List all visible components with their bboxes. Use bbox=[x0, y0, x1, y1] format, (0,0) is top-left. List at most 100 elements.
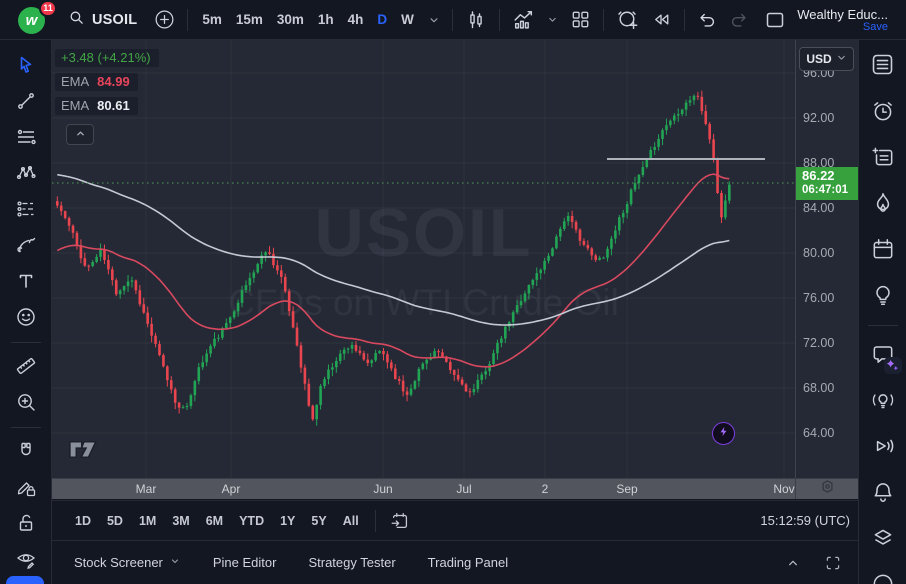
symbol-search[interactable]: USOIL bbox=[56, 4, 147, 36]
tab-trading-panel[interactable]: Trading Panel bbox=[428, 555, 508, 570]
interval-menu-chevron[interactable] bbox=[423, 4, 445, 36]
tool-drawing-edit[interactable] bbox=[6, 470, 46, 506]
tool-magnet[interactable] bbox=[6, 434, 46, 470]
panel-watchlist[interactable] bbox=[863, 43, 903, 89]
go-to-date-button[interactable] bbox=[385, 508, 415, 534]
right-sidebar bbox=[858, 40, 906, 584]
alarm-clock-icon bbox=[870, 98, 896, 127]
panel-help[interactable] bbox=[863, 562, 903, 584]
clock-utc[interactable]: 15:12:59 (UTC) bbox=[760, 513, 850, 528]
tool-brush[interactable] bbox=[6, 228, 46, 264]
panel-calendar[interactable] bbox=[863, 227, 903, 273]
price-axis[interactable]: USD 96.0092.0088.0084.0080.0076.0072.006… bbox=[795, 40, 858, 478]
chart-pane[interactable]: USOIL CFDs on WTI Crude Oil +3.48 (+4.21… bbox=[52, 40, 795, 478]
magnet-icon bbox=[14, 439, 38, 466]
panel-ai-chat[interactable] bbox=[863, 332, 903, 378]
interval-W[interactable]: W bbox=[394, 5, 421, 35]
undo-button[interactable] bbox=[692, 4, 722, 36]
chart-type-button[interactable] bbox=[460, 4, 492, 36]
price-label: 72.00 bbox=[803, 336, 834, 350]
indicators-chevron[interactable] bbox=[542, 4, 563, 36]
range-1M[interactable]: 1M bbox=[132, 510, 163, 532]
panel-notes[interactable] bbox=[863, 135, 903, 181]
indicators-button[interactable] bbox=[507, 4, 540, 36]
fib-retracement-icon bbox=[14, 125, 38, 152]
tool-zoom-in[interactable] bbox=[6, 385, 46, 421]
interval-4h[interactable]: 4h bbox=[341, 5, 371, 35]
time-label-Mar: Mar bbox=[136, 482, 157, 496]
tradingview-logo[interactable] bbox=[68, 440, 99, 464]
range-All[interactable]: All bbox=[336, 510, 366, 532]
panel-notifications[interactable] bbox=[863, 470, 903, 516]
time-label-Jul: Jul bbox=[456, 482, 471, 496]
indicator-value: 84.99 bbox=[97, 74, 130, 89]
range-6M[interactable]: 6M bbox=[199, 510, 230, 532]
price-label: 68.00 bbox=[803, 381, 834, 395]
time-axis[interactable]: MarAprJunJul2SepNov bbox=[52, 479, 795, 499]
layout-save[interactable]: Wealthy Educ... Save bbox=[797, 7, 888, 33]
interval-D[interactable]: D bbox=[370, 5, 394, 35]
tool-ruler[interactable] bbox=[6, 349, 46, 385]
panel-alerts[interactable] bbox=[863, 89, 903, 135]
current-price-label: 86.22 06:47:01 bbox=[796, 167, 858, 200]
panel-object-tree[interactable] bbox=[863, 516, 903, 562]
range-3M[interactable]: 3M bbox=[165, 510, 196, 532]
indicator-templates-button[interactable] bbox=[565, 4, 596, 36]
range-toolbar: 1D5D1M3M6MYTD1Y5YAll 15:12:59 (UTC) bbox=[52, 501, 858, 540]
tool-trend-line[interactable] bbox=[6, 84, 46, 120]
gear-icon bbox=[819, 478, 836, 500]
flash-trade-button[interactable] bbox=[712, 422, 735, 445]
tool-xabcd-pattern[interactable] bbox=[6, 156, 46, 192]
range-5D[interactable]: 5D bbox=[100, 510, 130, 532]
indicator-name: EMA bbox=[61, 98, 89, 113]
ema-slow-row[interactable]: EMA 80.61 bbox=[55, 97, 138, 115]
tab-pine-editor[interactable]: Pine Editor bbox=[213, 555, 277, 570]
interval-1h[interactable]: 1h bbox=[311, 5, 341, 35]
save-button[interactable]: Save bbox=[863, 21, 888, 33]
panel-maximize-button[interactable] bbox=[818, 547, 848, 579]
user-menu-logo[interactable]: w 11 bbox=[10, 2, 54, 38]
cursor-icon bbox=[14, 53, 38, 80]
tool-cursor[interactable] bbox=[6, 48, 46, 84]
flame-icon bbox=[870, 190, 896, 219]
panel-ideas[interactable] bbox=[863, 273, 903, 319]
time-label-Sep: Sep bbox=[616, 482, 637, 496]
alert-button[interactable] bbox=[611, 4, 644, 36]
range-1Y[interactable]: 1Y bbox=[273, 510, 302, 532]
tool-hide-drawings[interactable] bbox=[6, 542, 46, 578]
range-YTD[interactable]: YTD bbox=[232, 510, 271, 532]
interval-30m[interactable]: 30m bbox=[270, 5, 311, 35]
currency-dropdown[interactable]: USD bbox=[799, 47, 854, 71]
tool-lock[interactable] bbox=[6, 506, 46, 542]
price-label: 64.00 bbox=[803, 426, 834, 440]
tab-strategy-tester[interactable]: Strategy Tester bbox=[308, 555, 395, 570]
panel-ideas-live[interactable] bbox=[863, 378, 903, 424]
tab-label: Pine Editor bbox=[213, 555, 277, 570]
tool-forecast[interactable] bbox=[6, 192, 46, 228]
hidden-button-peek[interactable] bbox=[6, 576, 44, 584]
ema-fast-row[interactable]: EMA 84.99 bbox=[55, 73, 138, 91]
divider bbox=[11, 427, 41, 428]
panel-expand-button[interactable] bbox=[778, 547, 808, 579]
range-5Y[interactable]: 5Y bbox=[304, 510, 333, 532]
panel-streams[interactable] bbox=[863, 424, 903, 470]
panel-hotlists[interactable] bbox=[863, 181, 903, 227]
top-toolbar: w 11 USOIL 5m15m30m1h4hDW Wealthy Educ..… bbox=[0, 0, 906, 40]
tab-stock-screener[interactable]: Stock Screener bbox=[74, 555, 181, 570]
layout-select-button[interactable] bbox=[759, 4, 791, 36]
chart-legend: +3.48 (+4.21%) EMA 84.99 EMA 80.61 bbox=[55, 49, 159, 145]
replay-button[interactable] bbox=[646, 4, 677, 36]
range-1D[interactable]: 1D bbox=[68, 510, 98, 532]
ai-sparkles-icon bbox=[884, 357, 902, 374]
tool-emoji[interactable] bbox=[6, 300, 46, 336]
compare-add-button[interactable] bbox=[149, 4, 180, 36]
tool-fib-retracement[interactable] bbox=[6, 120, 46, 156]
redo-button[interactable] bbox=[724, 4, 754, 36]
interval-5m[interactable]: 5m bbox=[195, 5, 229, 35]
tradingview-app: w 11 USOIL 5m15m30m1h4hDW Wealthy Educ..… bbox=[0, 0, 906, 584]
tool-text[interactable] bbox=[6, 264, 46, 300]
interval-15m[interactable]: 15m bbox=[229, 5, 270, 35]
indicator-value: 80.61 bbox=[97, 98, 130, 113]
legend-collapse-button[interactable] bbox=[66, 124, 94, 145]
axis-settings-button[interactable] bbox=[795, 479, 858, 499]
